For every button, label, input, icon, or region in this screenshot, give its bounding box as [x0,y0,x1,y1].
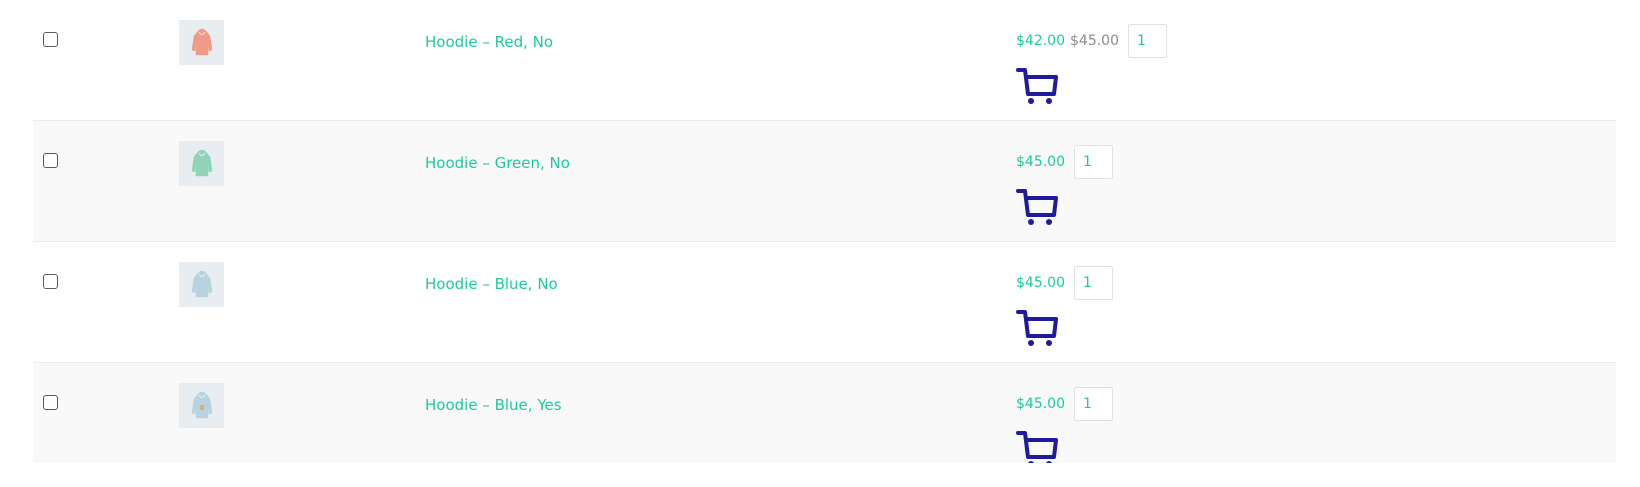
cart-icon[interactable] [1016,429,1058,463]
product-variations-table: Hoodie – Red, No $42.00 $45.00 1 Hoodie … [33,0,1616,463]
price-cell: $45.00 1 [1016,145,1113,179]
hoodie-icon [191,149,212,176]
product-thumbnail[interactable] [179,141,224,186]
product-thumbnail[interactable] [179,262,224,307]
quantity-input[interactable]: 1 [1128,24,1167,58]
row-select-checkbox[interactable] [43,274,58,289]
regular-price: $45.00 [1070,33,1119,49]
product-name-link[interactable]: Hoodie – Blue, Yes [425,396,562,414]
row-select-checkbox[interactable] [43,395,58,410]
product-thumbnail[interactable] [179,20,224,65]
quantity-input[interactable]: 1 [1074,145,1113,179]
product-name-link[interactable]: Hoodie – Green, No [425,154,570,172]
product-name-link[interactable]: Hoodie – Blue, No [425,275,558,293]
cart-icon[interactable] [1016,66,1058,106]
table-row: Hoodie – Blue, No $45.00 1 [33,242,1616,363]
hoodie-icon [191,28,212,55]
price: $45.00 [1016,275,1065,291]
hoodie-icon [191,270,212,297]
product-name-link[interactable]: Hoodie – Red, No [425,33,553,51]
quantity-input[interactable]: 1 [1074,266,1113,300]
cart-icon[interactable] [1016,187,1058,227]
cart-icon[interactable] [1016,308,1058,348]
sale-price: $42.00 [1016,33,1065,49]
price: $45.00 [1016,154,1065,170]
hoodie-icon [191,391,212,418]
table-row: Hoodie – Red, No $42.00 $45.00 1 [33,0,1616,121]
quantity-input[interactable]: 1 [1074,387,1113,421]
price-cell: $45.00 1 [1016,387,1113,421]
row-select-checkbox[interactable] [43,32,58,47]
price: $45.00 [1016,396,1065,412]
table-row: Hoodie – Blue, Yes $45.00 1 [33,363,1616,463]
row-select-checkbox[interactable] [43,153,58,168]
table-row: Hoodie – Green, No $45.00 1 [33,121,1616,242]
product-thumbnail[interactable] [179,383,224,428]
price-cell: $42.00 $45.00 1 [1016,24,1167,58]
price-cell: $45.00 1 [1016,266,1113,300]
